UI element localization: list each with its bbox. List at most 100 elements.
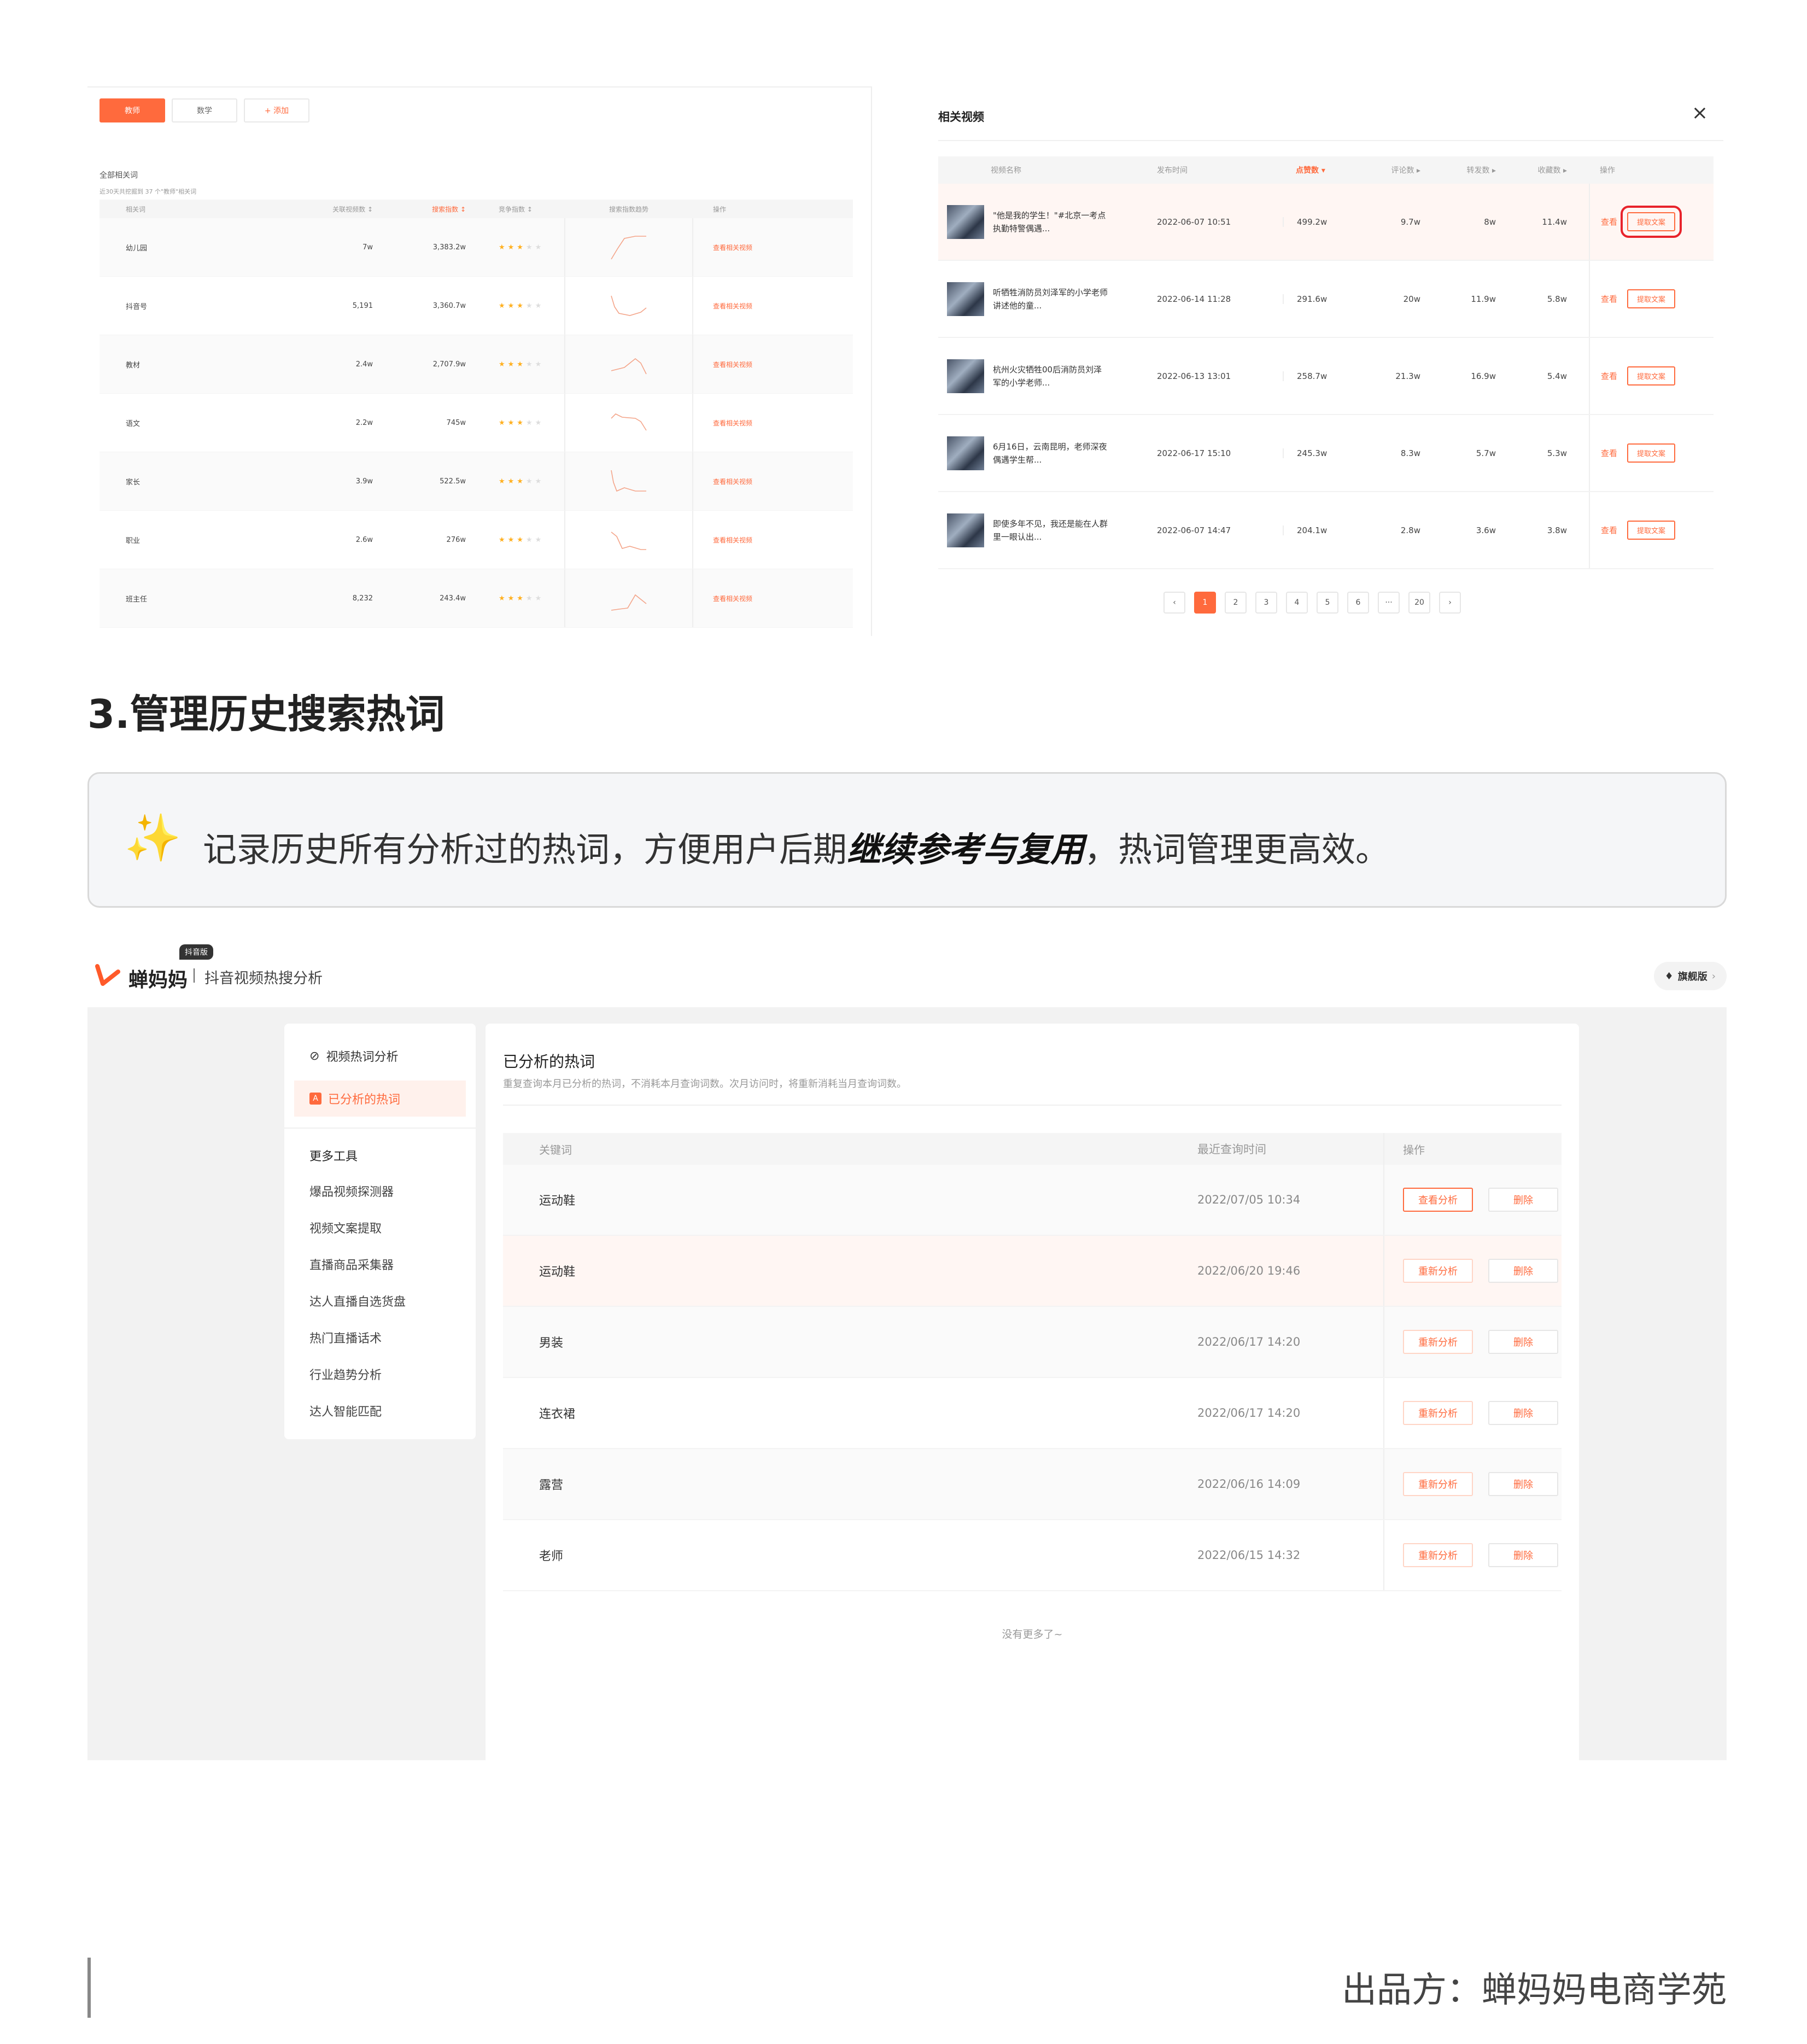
trend-sparkline xyxy=(611,594,647,611)
video-thumbnail[interactable] xyxy=(947,359,984,393)
favs-cell: 3.8w xyxy=(1547,525,1567,535)
page-button[interactable]: 4 xyxy=(1286,592,1308,614)
likes-cell: 204.1w xyxy=(1283,525,1365,535)
view-link[interactable]: 查看 xyxy=(1601,293,1617,305)
page-button[interactable]: 20 xyxy=(1408,592,1430,614)
favs-cell: 5.8w xyxy=(1547,294,1567,304)
videos-cell: 2.4w xyxy=(355,360,373,369)
stars-filled: ★★★ xyxy=(499,243,526,252)
publish-time: 2022-06-07 10:51 xyxy=(1157,217,1231,227)
video-thumbnail[interactable] xyxy=(947,205,984,239)
sidebar-tool-item[interactable]: 视频文案提取 xyxy=(309,1219,382,1236)
col-likes[interactable]: 点赞数 ▾ xyxy=(1283,165,1365,176)
col-shares[interactable]: 转发数 ▸ xyxy=(1430,165,1512,176)
view-link[interactable]: 查看 xyxy=(1601,524,1617,536)
comments-cell: 9.7w xyxy=(1400,217,1420,227)
delete-button[interactable]: 删除 xyxy=(1488,1401,1558,1425)
page-button[interactable]: 5 xyxy=(1317,592,1338,614)
delete-button[interactable]: 删除 xyxy=(1488,1543,1558,1567)
sidebar-tool-item[interactable]: 达人直播自选货盘 xyxy=(309,1292,406,1310)
col-videos[interactable]: 关联视频数 ↕ xyxy=(302,205,373,214)
col-favs[interactable]: 收藏数 ▸ xyxy=(1512,165,1589,176)
tag-math[interactable]: 数学 xyxy=(172,98,237,122)
view-related-videos-link[interactable]: 查看相关视频 xyxy=(693,477,853,486)
sidebar-tool-item[interactable]: 热门直播话术 xyxy=(309,1329,382,1346)
page-button[interactable]: 2 xyxy=(1225,592,1247,614)
footer-credit: 出品方：蝉妈妈电商学苑 xyxy=(1342,1970,1727,2011)
add-tag-button[interactable]: + 添加 xyxy=(244,98,309,122)
sidebar-item-analyzed-hotwords[interactable]: A 已分析的热词 xyxy=(294,1081,466,1117)
page-button[interactable]: ‹ xyxy=(1163,592,1185,614)
table-row: 听牺牲消防员刘泽军的小学老师讲述他的童... 2022-06-14 11:28 29… xyxy=(938,261,1714,338)
comments-cell: 20w xyxy=(1403,294,1420,304)
page-button[interactable]: 6 xyxy=(1347,592,1369,614)
delete-button[interactable]: 删除 xyxy=(1488,1472,1558,1496)
extract-copy-button[interactable]: 提取文案 xyxy=(1627,443,1676,463)
video-title[interactable]: 杭州火灾牺牲00后消防员刘泽军的小学老师... xyxy=(993,363,1108,389)
stars-empty: ★★ xyxy=(525,418,545,427)
divider xyxy=(938,140,1723,141)
table-row: 抖音号 5,191 3,360.7w ★★★★★ 查看相关视频 xyxy=(100,277,853,335)
col-comments[interactable]: 评论数 ▸ xyxy=(1365,165,1430,176)
view-link[interactable]: 查看 xyxy=(1601,447,1617,459)
reanalyze-button[interactable]: 重新分析 xyxy=(1403,1472,1473,1496)
action-cell: 重新分析 删除 xyxy=(1383,1520,1562,1590)
reanalyze-button[interactable]: 重新分析 xyxy=(1403,1330,1473,1354)
tag-teacher[interactable]: 教师 xyxy=(100,98,165,122)
close-icon[interactable]: × xyxy=(1692,102,1708,124)
sidebar-tool-item[interactable]: 直播商品采集器 xyxy=(309,1255,394,1273)
col-competition[interactable]: 竞争指数 ↕ xyxy=(466,205,564,214)
sidebar-tool-item[interactable]: 达人智能匹配 xyxy=(309,1402,382,1420)
video-table: 视频名称 发布时间 点赞数 ▾ 评论数 ▸ 转发数 ▸ 收藏数 ▸ 操作 "他是… xyxy=(938,156,1714,569)
flagship-badge[interactable]: ♦ 旗舰版 › xyxy=(1653,962,1727,990)
reanalyze-button[interactable]: 重新分析 xyxy=(1403,1543,1473,1567)
shares-cell: 11.9w xyxy=(1471,294,1496,304)
view-related-videos-link[interactable]: 查看相关视频 xyxy=(693,594,853,603)
extract-copy-button[interactable]: 提取文案 xyxy=(1627,521,1676,540)
video-title[interactable]: 听牺牲消防员刘泽军的小学老师讲述他的童... xyxy=(993,286,1108,312)
col-index[interactable]: 搜索指数 ↕ xyxy=(373,205,466,214)
sidebar-item-hotword-analysis[interactable]: ⊘ 视频热词分析 xyxy=(294,1038,466,1074)
table-row: 班主任 8,232 243.4w ★★★★★ 查看相关视频 xyxy=(100,569,853,628)
publish-time: 2022-06-17 15:10 xyxy=(1157,448,1231,458)
action-cell: 重新分析 删除 xyxy=(1383,1449,1562,1519)
history-keywords-screenshot: 蝉妈妈 抖音版 抖音视频热搜分析 ♦ 旗舰版 › ⊘ 视频热词分析 A 已分析的热词 更… xyxy=(87,944,1727,1760)
page-button[interactable]: 1 xyxy=(1194,592,1216,614)
section-subtitle: 近30天共挖掘到 37 个"教师"相关词 xyxy=(100,188,197,195)
chevron-right-icon: › xyxy=(1711,970,1716,982)
video-thumbnail[interactable] xyxy=(947,513,984,547)
competition-stars: ★★★★★ xyxy=(466,477,564,486)
sidebar-tool-item[interactable]: 爆品视频探测器 xyxy=(309,1182,394,1200)
video-title[interactable]: 即使多年不见，我还是能在人群里一眼认出... xyxy=(993,517,1108,544)
view-related-videos-link[interactable]: 查看相关视频 xyxy=(693,418,853,428)
keyword-cell: 家长 xyxy=(126,478,141,487)
sidebar-tool-item[interactable]: 行业趋势分析 xyxy=(309,1365,382,1383)
extract-copy-button[interactable]: 提取文案 xyxy=(1627,289,1676,308)
col-name: 视频名称 xyxy=(991,166,1021,175)
video-name-cell: 听牺牲消防员刘泽军的小学老师讲述他的童... xyxy=(938,282,1146,316)
table-row: 6月16日，云南昆明，老师深夜偶遇学生帮... 2022-06-17 15:10 2… xyxy=(938,415,1714,492)
delete-button[interactable]: 删除 xyxy=(1488,1259,1558,1283)
video-thumbnail[interactable] xyxy=(947,282,984,316)
extract-copy-button[interactable]: 提取文案 xyxy=(1627,366,1676,386)
view-analysis-button[interactable]: 查看分析 xyxy=(1403,1188,1473,1212)
view-link[interactable]: 查看 xyxy=(1601,370,1617,382)
video-thumbnail[interactable] xyxy=(947,436,984,470)
view-related-videos-link[interactable]: 查看相关视频 xyxy=(693,535,853,545)
delete-button[interactable]: 删除 xyxy=(1488,1188,1558,1212)
reanalyze-button[interactable]: 重新分析 xyxy=(1403,1259,1473,1283)
view-related-videos-link[interactable]: 查看相关视频 xyxy=(693,301,853,311)
trend-sparkline xyxy=(611,236,646,260)
video-title[interactable]: 6月16日，云南昆明，老师深夜偶遇学生帮... xyxy=(993,440,1108,466)
extract-copy-button[interactable]: 提取文案 xyxy=(1621,206,1682,238)
more-tools-heading: 更多工具 xyxy=(309,1150,358,1164)
page-button[interactable]: 3 xyxy=(1255,592,1277,614)
video-title[interactable]: "他是我的学生！"#北京一考点执勤特警偶遇... xyxy=(993,209,1108,235)
page-button[interactable]: › xyxy=(1439,592,1461,614)
view-related-videos-link[interactable]: 查看相关视频 xyxy=(693,360,853,369)
page-button[interactable]: ··· xyxy=(1378,592,1400,614)
reanalyze-button[interactable]: 重新分析 xyxy=(1403,1401,1473,1425)
view-related-videos-link[interactable]: 查看相关视频 xyxy=(693,243,853,252)
view-link[interactable]: 查看 xyxy=(1601,216,1617,227)
delete-button[interactable]: 删除 xyxy=(1488,1330,1558,1354)
